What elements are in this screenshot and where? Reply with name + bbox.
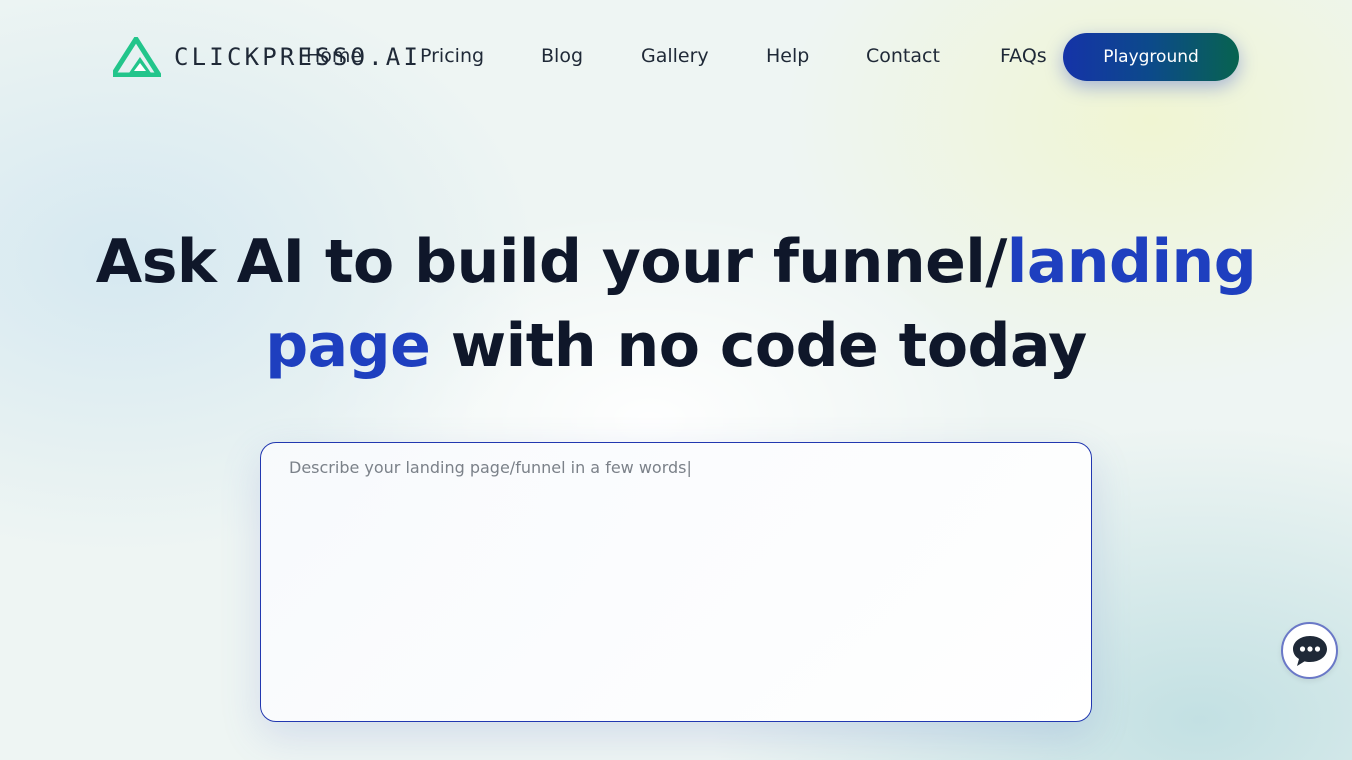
hero-accent-page: page (265, 311, 431, 381)
triangle-logo-icon (113, 37, 161, 77)
chat-widget-button[interactable] (1281, 622, 1338, 679)
prompt-container (260, 442, 1092, 722)
nav-gallery-link[interactable]: Gallery (641, 45, 709, 67)
chat-bubble-icon (1292, 635, 1327, 666)
nav-contact-link[interactable]: Contact (866, 45, 940, 67)
nav-home-link[interactable]: Home (306, 45, 362, 67)
hero-text-part2: with no code today (430, 311, 1088, 381)
nav-blog-link[interactable]: Blog (541, 45, 583, 67)
nav-help-link[interactable]: Help (766, 45, 809, 67)
brand-name: CLICKPRESSO.AI (174, 43, 422, 71)
prompt-input[interactable] (261, 443, 1091, 721)
nav-pricing-link[interactable]: Pricing (420, 45, 484, 67)
hero-text-part1: Ask AI to build your funnel/ (95, 227, 1007, 297)
hero-accent-landing: landing (1006, 227, 1257, 297)
site-header: CLICKPRESSO.AI Home Pricing Blog Gallery… (0, 0, 1352, 114)
hero-heading: Ask AI to build your funnel/landing page… (0, 220, 1352, 388)
brand-logo[interactable]: CLICKPRESSO.AI (113, 37, 418, 77)
playground-button[interactable]: Playground (1063, 33, 1239, 81)
nav-faqs-link[interactable]: FAQs (1000, 45, 1047, 67)
